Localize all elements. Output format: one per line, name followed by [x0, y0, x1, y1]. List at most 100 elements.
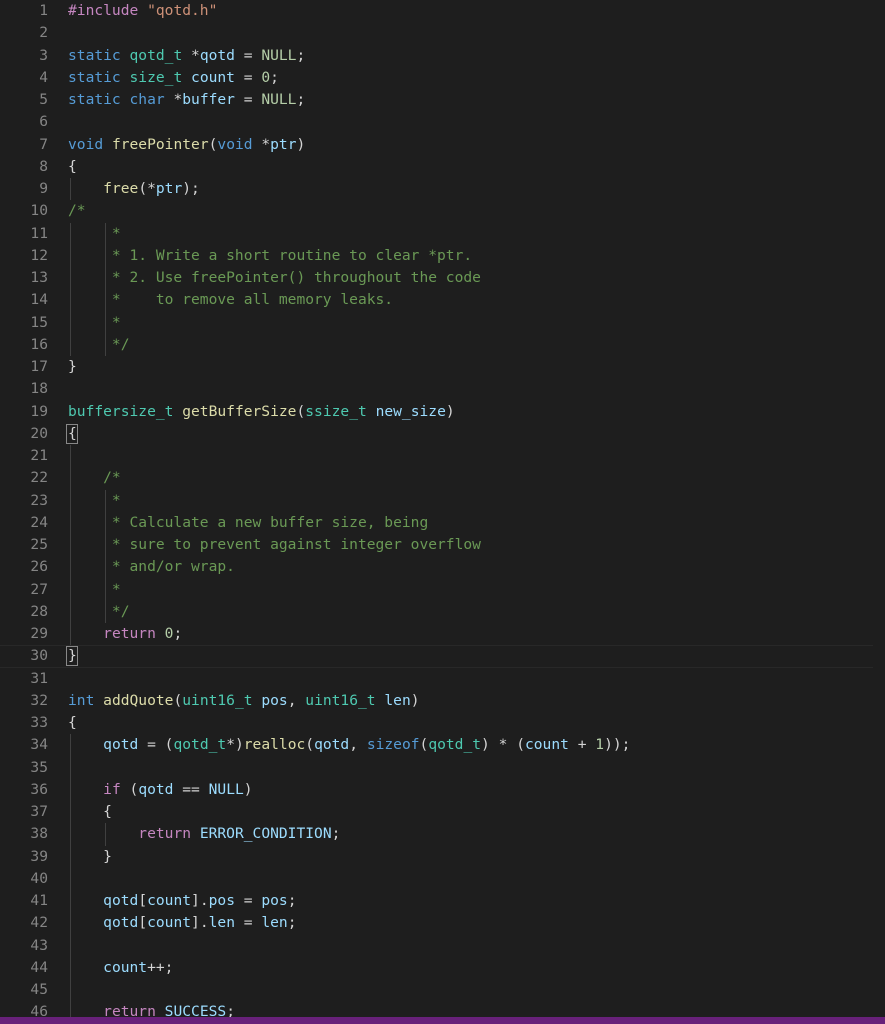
line-number: 44: [30, 958, 48, 976]
line-number: 26: [30, 558, 48, 576]
line-number: 18: [30, 380, 48, 398]
code-line[interactable]: 13 * 2. Use freePointer() throughout the…: [0, 267, 885, 290]
code-line[interactable]: 36 if (qotd == NULL): [0, 778, 885, 801]
code-line[interactable]: 40: [0, 867, 885, 890]
code-line[interactable]: 24 * Calculate a new buffer size, being: [0, 511, 885, 534]
code-line[interactable]: 25 * sure to prevent against integer ove…: [0, 534, 885, 557]
code-line[interactable]: 32 int addQuote(uint16_t pos, uint16_t l…: [0, 690, 885, 712]
code-line[interactable]: 23 *: [0, 489, 885, 512]
line-number: 42: [30, 914, 48, 932]
code-line[interactable]: 29 return 0;: [0, 623, 885, 646]
line-number: 2: [39, 24, 48, 42]
line-number: 21: [30, 447, 48, 464]
line-number: 39: [30, 847, 48, 865]
code-line[interactable]: 2: [0, 22, 885, 44]
line-number: 17: [30, 358, 48, 375]
code-line[interactable]: 31: [0, 668, 885, 690]
line-number: 15: [30, 313, 48, 331]
line-number: 41: [30, 892, 48, 909]
code-editor[interactable]: 1 #include "qotd.h" 2 3 static qotd_t *q…: [0, 0, 885, 1024]
code-line[interactable]: 10 /*: [0, 200, 885, 222]
line-number: 30: [30, 647, 48, 665]
line-content: *: [68, 580, 121, 598]
code-line[interactable]: 17 }: [0, 356, 885, 378]
line-number: 45: [30, 981, 48, 998]
code-line[interactable]: 20 {: [0, 423, 885, 445]
code-line[interactable]: 44 count++;: [0, 956, 885, 979]
line-content: #include "qotd.h": [68, 2, 218, 19]
line-number: 9: [39, 180, 48, 197]
code-line[interactable]: 8 {: [0, 156, 885, 178]
line-content: {: [68, 424, 77, 442]
code-line[interactable]: 14 * to remove all memory leaks.: [0, 289, 885, 312]
line-content: count++;: [103, 958, 174, 976]
line-content: */: [68, 335, 130, 353]
line-content: qotd[count].pos = pos;: [103, 892, 297, 909]
line-content: * 1. Write a short routine to clear *ptr…: [68, 246, 473, 264]
line-content: * Calculate a new buffer size, being: [68, 513, 429, 531]
code-line[interactable]: 11 *: [0, 222, 885, 245]
line-content: /*: [68, 469, 121, 487]
code-line[interactable]: 35: [0, 756, 885, 779]
line-number: 35: [30, 758, 48, 776]
code-line[interactable]: 42 qotd[count].len = len;: [0, 912, 885, 935]
line-number: 43: [30, 936, 48, 954]
code-line[interactable]: 26 * and/or wrap.: [0, 556, 885, 579]
line-number: 31: [30, 669, 48, 687]
line-content: static size_t count = 0;: [68, 68, 279, 86]
line-content: qotd = (qotd_t*)realloc(qotd, sizeof(qot…: [103, 736, 631, 754]
code-line[interactable]: 45: [0, 979, 885, 1002]
code-line[interactable]: 22 /*: [0, 467, 885, 490]
line-content: }: [68, 358, 77, 375]
line-number: 36: [30, 780, 48, 798]
line-content: static char *buffer = NULL;: [68, 91, 306, 108]
code-line[interactable]: 38 return ERROR_CONDITION;: [0, 823, 885, 846]
line-number: 1: [39, 2, 48, 19]
code-line[interactable]: 9 free(*ptr);: [0, 178, 885, 201]
editor-text-area[interactable]: 1 #include "qotd.h" 2 3 static qotd_t *q…: [0, 0, 885, 1024]
code-line[interactable]: 19 buffersize_t getBufferSize(ssize_t ne…: [0, 401, 885, 423]
code-line-active[interactable]: 30 }: [0, 645, 873, 668]
line-number: 13: [30, 269, 48, 286]
line-number: 8: [39, 157, 48, 175]
code-line[interactable]: 27 *: [0, 578, 885, 601]
line-content: {: [68, 157, 77, 175]
line-number: 40: [30, 869, 48, 887]
code-line[interactable]: 28 */: [0, 600, 885, 623]
code-line[interactable]: 21: [0, 445, 885, 468]
code-line[interactable]: 4 static size_t count = 0;: [0, 67, 885, 89]
code-line[interactable]: 12 * 1. Write a short routine to clear *…: [0, 244, 885, 267]
line-number: 23: [30, 491, 48, 509]
code-line[interactable]: 34 qotd = (qotd_t*)realloc(qotd, sizeof(…: [0, 734, 885, 757]
code-line[interactable]: 6: [0, 111, 885, 133]
line-content: * and/or wrap.: [68, 558, 235, 576]
line-content: * sure to prevent against integer overfl…: [68, 536, 481, 553]
code-line[interactable]: 33 {: [0, 712, 885, 734]
code-line[interactable]: 39 }: [0, 845, 885, 868]
code-line[interactable]: 3 static qotd_t *qotd = NULL;: [0, 45, 885, 67]
code-line[interactable]: 1 #include "qotd.h": [0, 0, 885, 22]
line-content: buffersize_t getBufferSize(ssize_t new_s…: [68, 402, 455, 420]
code-line[interactable]: 7 void freePointer(void *ptr): [0, 134, 885, 156]
indent-guide: [70, 979, 71, 1002]
line-number: 22: [30, 469, 48, 487]
code-line[interactable]: 16 */: [0, 333, 885, 356]
code-line[interactable]: 5 static char *buffer = NULL;: [0, 89, 885, 111]
indent-guide: [70, 934, 71, 957]
line-number: 34: [30, 736, 48, 754]
line-number: 14: [30, 291, 48, 309]
code-line[interactable]: 37 {: [0, 801, 885, 824]
code-line[interactable]: 18: [0, 378, 885, 400]
line-content: /*: [68, 202, 86, 220]
line-number: 27: [30, 580, 48, 598]
code-line[interactable]: 15 *: [0, 311, 885, 334]
line-content: }: [68, 647, 77, 665]
code-line[interactable]: 43: [0, 934, 885, 957]
line-content: *: [68, 313, 121, 331]
code-line[interactable]: 41 qotd[count].pos = pos;: [0, 890, 885, 913]
status-bar[interactable]: [0, 1017, 885, 1024]
line-content: int addQuote(uint16_t pos, uint16_t len): [68, 691, 420, 709]
line-content: free(*ptr);: [103, 180, 200, 197]
line-number: 29: [30, 625, 48, 642]
line-content: }: [68, 847, 112, 865]
